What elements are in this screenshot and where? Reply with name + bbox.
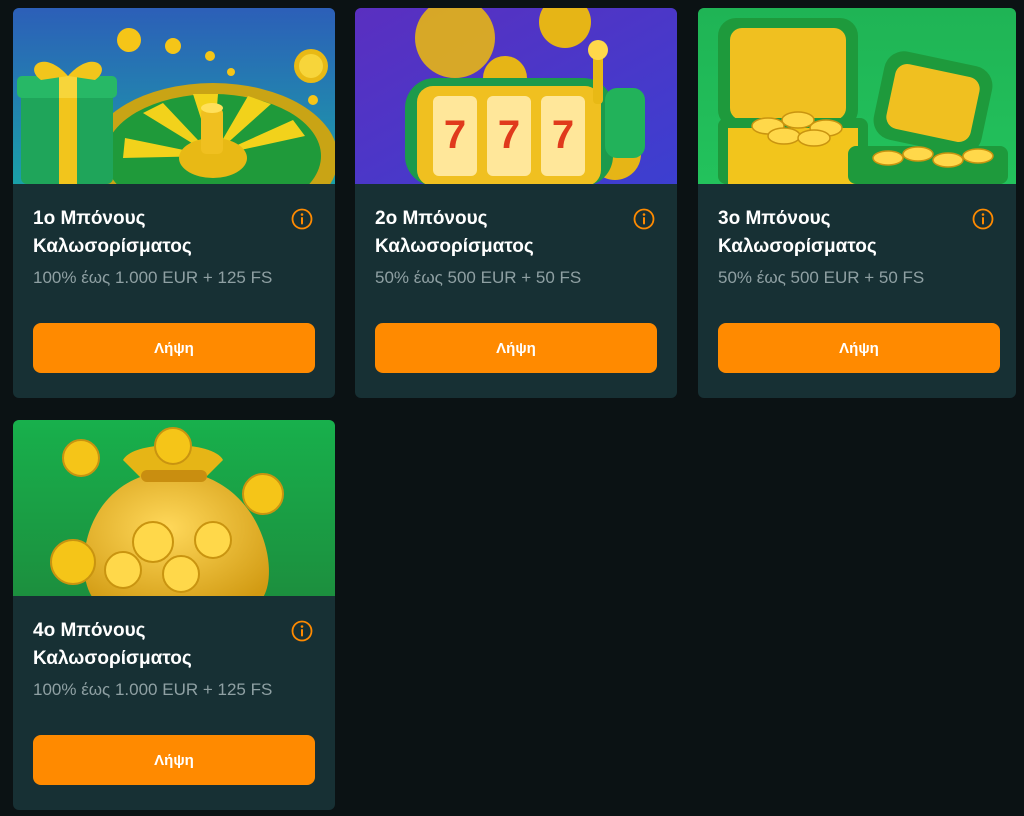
- bonus-description: 50% έως 500 EUR + 50 FS: [375, 268, 582, 287]
- info-icon[interactable]: [633, 208, 655, 230]
- svg-text:7: 7: [444, 113, 466, 157]
- bonus-card-1: 1ο Μπόνους Καλωσορίσματος 100% έως 1.000…: [13, 8, 335, 398]
- roulette-gift-illustration: [13, 8, 335, 184]
- money-bag-illustration: [13, 420, 335, 596]
- info-icon[interactable]: [291, 208, 313, 230]
- bonus-title: 4ο Μπόνους Καλωσορίσματος: [33, 620, 192, 669]
- bonus-grid: 1ο Μπόνους Καλωσορίσματος 100% έως 1.000…: [13, 8, 1016, 812]
- bonus-card-3: 3ο Μπόνους Καλωσορίσματος 50% έως 500 EU…: [698, 8, 1016, 398]
- svg-text:7: 7: [552, 113, 574, 157]
- info-icon[interactable]: [291, 620, 313, 642]
- bonus-card-2: 7 7 7 2ο Μπόνους Καλωσορίσματος 50% έως …: [355, 8, 677, 398]
- bonus-description: 100% έως 1.000 EUR + 125 FS: [33, 680, 273, 699]
- bonus-title: 3ο Μπόνους Καλωσορίσματος: [718, 208, 877, 257]
- claim-button[interactable]: Λήψη: [375, 323, 657, 373]
- bonus-description: 100% έως 1.000 EUR + 125 FS: [33, 268, 273, 287]
- claim-button[interactable]: Λήψη: [33, 323, 315, 373]
- slot-machine-illustration: 7 7 7: [355, 8, 677, 184]
- bonus-title: 1ο Μπόνους Καλωσορίσματος: [33, 208, 192, 257]
- info-icon[interactable]: [972, 208, 994, 230]
- claim-button[interactable]: Λήψη: [718, 323, 1000, 373]
- treasure-chest-illustration: [698, 8, 1016, 184]
- bonus-title: 2ο Μπόνους Καλωσορίσματος: [375, 208, 534, 257]
- claim-button[interactable]: Λήψη: [33, 735, 315, 785]
- bonus-card-4: 4ο Μπόνους Καλωσορίσματος 100% έως 1.000…: [13, 420, 335, 810]
- svg-text:7: 7: [498, 113, 520, 157]
- bonus-description: 50% έως 500 EUR + 50 FS: [718, 268, 925, 287]
